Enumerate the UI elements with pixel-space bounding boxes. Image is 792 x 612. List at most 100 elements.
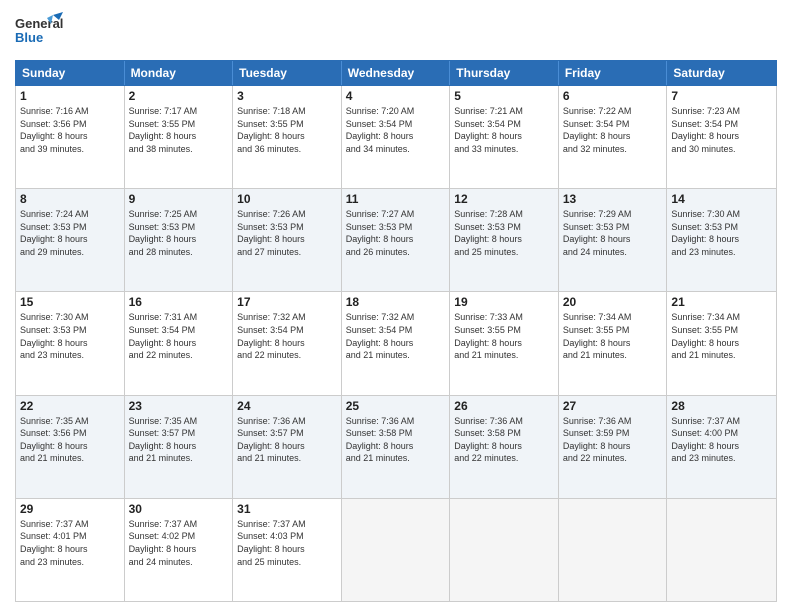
day-info: Sunrise: 7:34 AMSunset: 3:55 PMDaylight:… <box>671 311 772 361</box>
day-number: 10 <box>237 192 337 206</box>
day-number: 13 <box>563 192 663 206</box>
col-header-friday: Friday <box>559 61 668 85</box>
cal-cell-2-5: 12 Sunrise: 7:28 AMSunset: 3:53 PMDayligh… <box>450 189 559 291</box>
day-info: Sunrise: 7:35 AMSunset: 3:56 PMDaylight:… <box>20 415 120 465</box>
col-header-monday: Monday <box>125 61 234 85</box>
cal-cell-3-7: 21 Sunrise: 7:34 AMSunset: 3:55 PMDayligh… <box>667 292 776 394</box>
day-info: Sunrise: 7:37 AMSunset: 4:03 PMDaylight:… <box>237 518 337 568</box>
cal-cell-1-2: 2 Sunrise: 7:17 AMSunset: 3:55 PMDaylight… <box>125 86 234 188</box>
cal-cell-4-2: 23 Sunrise: 7:35 AMSunset: 3:57 PMDayligh… <box>125 396 234 498</box>
day-number: 18 <box>346 295 446 309</box>
day-number: 26 <box>454 399 554 413</box>
cal-cell-5-2: 30 Sunrise: 7:37 AMSunset: 4:02 PMDayligh… <box>125 499 234 601</box>
day-number: 9 <box>129 192 229 206</box>
cal-cell-4-6: 27Sunrise: 7:36 AMSunset: 3:59 PMDayligh… <box>559 396 668 498</box>
day-number: 23 <box>129 399 229 413</box>
day-number: 3 <box>237 89 337 103</box>
cal-cell-2-3: 10 Sunrise: 7:26 AMSunset: 3:53 PMDayligh… <box>233 189 342 291</box>
cal-cell-4-5: 26 Sunrise: 7:36 AMSunset: 3:58 PMDayligh… <box>450 396 559 498</box>
cal-cell-4-7: 28 Sunrise: 7:37 AMSunset: 4:00 PMDayligh… <box>667 396 776 498</box>
day-number: 16 <box>129 295 229 309</box>
day-number: 29 <box>20 502 120 516</box>
cal-cell-4-3: 24Sunrise: 7:36 AMSunset: 3:57 PMDayligh… <box>233 396 342 498</box>
day-info: Sunrise: 7:32 AMSunset: 3:54 PMDaylight:… <box>346 311 446 361</box>
day-number: 11 <box>346 192 446 206</box>
day-info: Sunrise: 7:28 AMSunset: 3:53 PMDaylight:… <box>454 208 554 258</box>
week-row-5: 29 Sunrise: 7:37 AMSunset: 4:01 PMDayligh… <box>16 499 776 601</box>
cal-cell-1-3: 3 Sunrise: 7:18 AMSunset: 3:55 PMDaylight… <box>233 86 342 188</box>
cal-cell-2-6: 13 Sunrise: 7:29 AMSunset: 3:53 PMDayligh… <box>559 189 668 291</box>
day-info: Sunrise: 7:16 AMSunset: 3:56 PMDaylight:… <box>20 105 120 155</box>
week-row-3: 15 Sunrise: 7:30 AMSunset: 3:53 PMDayligh… <box>16 292 776 395</box>
logo: General Blue <box>15 10 63 52</box>
day-number: 15 <box>20 295 120 309</box>
cal-cell-3-4: 18 Sunrise: 7:32 AMSunset: 3:54 PMDayligh… <box>342 292 451 394</box>
day-number: 24 <box>237 399 337 413</box>
calendar-body: 1 Sunrise: 7:16 AMSunset: 3:56 PMDaylight… <box>15 86 777 602</box>
day-number: 14 <box>671 192 772 206</box>
day-number: 12 <box>454 192 554 206</box>
col-header-wednesday: Wednesday <box>342 61 451 85</box>
day-info: Sunrise: 7:33 AMSunset: 3:55 PMDaylight:… <box>454 311 554 361</box>
day-info: Sunrise: 7:17 AMSunset: 3:55 PMDaylight:… <box>129 105 229 155</box>
day-number: 1 <box>20 89 120 103</box>
col-header-sunday: Sunday <box>16 61 125 85</box>
day-info: Sunrise: 7:20 AMSunset: 3:54 PMDaylight:… <box>346 105 446 155</box>
day-info: Sunrise: 7:36 AMSunset: 3:59 PMDaylight:… <box>563 415 663 465</box>
cal-cell-3-5: 19 Sunrise: 7:33 AMSunset: 3:55 PMDayligh… <box>450 292 559 394</box>
day-info: Sunrise: 7:36 AMSunset: 3:58 PMDaylight:… <box>346 415 446 465</box>
cal-cell-5-3: 31Sunrise: 7:37 AMSunset: 4:03 PMDayligh… <box>233 499 342 601</box>
calendar: SundayMondayTuesdayWednesdayThursdayFrid… <box>15 60 777 602</box>
cal-cell-3-2: 16 Sunrise: 7:31 AMSunset: 3:54 PMDayligh… <box>125 292 234 394</box>
cal-cell-5-1: 29 Sunrise: 7:37 AMSunset: 4:01 PMDayligh… <box>16 499 125 601</box>
day-number: 2 <box>129 89 229 103</box>
cal-cell-2-4: 11Sunrise: 7:27 AMSunset: 3:53 PMDayligh… <box>342 189 451 291</box>
day-info: Sunrise: 7:25 AMSunset: 3:53 PMDaylight:… <box>129 208 229 258</box>
day-number: 30 <box>129 502 229 516</box>
week-row-2: 8Sunrise: 7:24 AMSunset: 3:53 PMDaylight… <box>16 189 776 292</box>
day-number: 17 <box>237 295 337 309</box>
cal-cell-1-1: 1 Sunrise: 7:16 AMSunset: 3:56 PMDaylight… <box>16 86 125 188</box>
col-header-tuesday: Tuesday <box>233 61 342 85</box>
day-info: Sunrise: 7:36 AMSunset: 3:58 PMDaylight:… <box>454 415 554 465</box>
day-number: 28 <box>671 399 772 413</box>
cal-cell-4-4: 25Sunrise: 7:36 AMSunset: 3:58 PMDayligh… <box>342 396 451 498</box>
cal-cell-3-6: 20Sunrise: 7:34 AMSunset: 3:55 PMDayligh… <box>559 292 668 394</box>
day-info: Sunrise: 7:18 AMSunset: 3:55 PMDaylight:… <box>237 105 337 155</box>
cal-cell-5-4 <box>342 499 451 601</box>
day-info: Sunrise: 7:35 AMSunset: 3:57 PMDaylight:… <box>129 415 229 465</box>
cal-cell-4-1: 22 Sunrise: 7:35 AMSunset: 3:56 PMDayligh… <box>16 396 125 498</box>
cal-cell-2-7: 14Sunrise: 7:30 AMSunset: 3:53 PMDayligh… <box>667 189 776 291</box>
day-info: Sunrise: 7:37 AMSunset: 4:02 PMDaylight:… <box>129 518 229 568</box>
day-info: Sunrise: 7:32 AMSunset: 3:54 PMDaylight:… <box>237 311 337 361</box>
day-info: Sunrise: 7:23 AMSunset: 3:54 PMDaylight:… <box>671 105 772 155</box>
calendar-header: SundayMondayTuesdayWednesdayThursdayFrid… <box>15 60 777 86</box>
svg-text:Blue: Blue <box>15 30 43 45</box>
cal-cell-1-6: 6 Sunrise: 7:22 AMSunset: 3:54 PMDaylight… <box>559 86 668 188</box>
week-row-4: 22 Sunrise: 7:35 AMSunset: 3:56 PMDayligh… <box>16 396 776 499</box>
day-info: Sunrise: 7:30 AMSunset: 3:53 PMDaylight:… <box>20 311 120 361</box>
day-number: 8 <box>20 192 120 206</box>
cal-cell-1-7: 7 Sunrise: 7:23 AMSunset: 3:54 PMDaylight… <box>667 86 776 188</box>
cal-cell-5-6 <box>559 499 668 601</box>
day-info: Sunrise: 7:21 AMSunset: 3:54 PMDaylight:… <box>454 105 554 155</box>
day-info: Sunrise: 7:37 AMSunset: 4:01 PMDaylight:… <box>20 518 120 568</box>
day-number: 21 <box>671 295 772 309</box>
day-info: Sunrise: 7:29 AMSunset: 3:53 PMDaylight:… <box>563 208 663 258</box>
day-info: Sunrise: 7:26 AMSunset: 3:53 PMDaylight:… <box>237 208 337 258</box>
cal-cell-5-7 <box>667 499 776 601</box>
day-info: Sunrise: 7:31 AMSunset: 3:54 PMDaylight:… <box>129 311 229 361</box>
day-number: 20 <box>563 295 663 309</box>
day-number: 6 <box>563 89 663 103</box>
day-number: 5 <box>454 89 554 103</box>
svg-text:General: General <box>15 16 63 31</box>
day-number: 22 <box>20 399 120 413</box>
page: General Blue SundayMondayTuesdayWednesda… <box>0 0 792 612</box>
cal-cell-1-5: 5 Sunrise: 7:21 AMSunset: 3:54 PMDaylight… <box>450 86 559 188</box>
day-number: 19 <box>454 295 554 309</box>
week-row-1: 1 Sunrise: 7:16 AMSunset: 3:56 PMDaylight… <box>16 86 776 189</box>
day-info: Sunrise: 7:22 AMSunset: 3:54 PMDaylight:… <box>563 105 663 155</box>
day-info: Sunrise: 7:37 AMSunset: 4:00 PMDaylight:… <box>671 415 772 465</box>
col-header-thursday: Thursday <box>450 61 559 85</box>
day-number: 7 <box>671 89 772 103</box>
